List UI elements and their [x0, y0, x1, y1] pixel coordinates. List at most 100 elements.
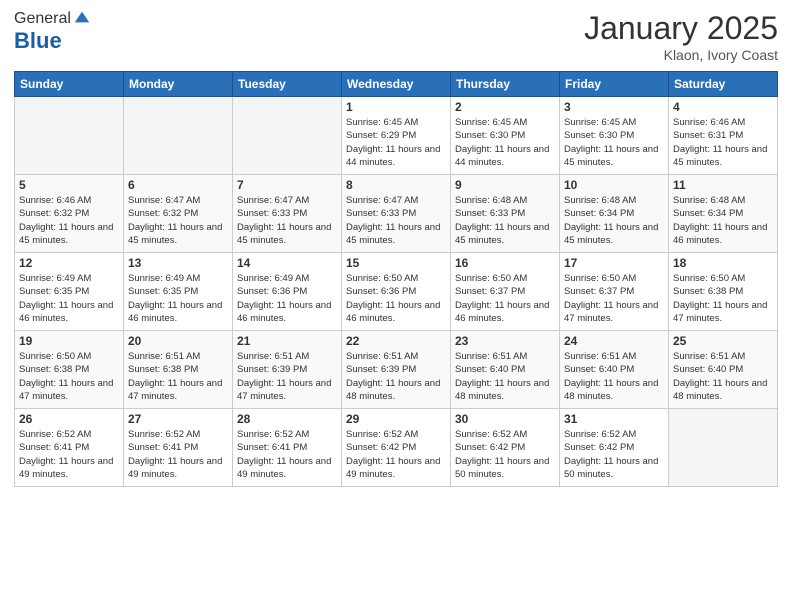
week-row-0: 1Sunrise: 6:45 AMSunset: 6:29 PMDaylight…: [15, 97, 778, 175]
sunrise-text: Sunrise: 6:50 AM: [564, 273, 636, 284]
calendar-cell: 20Sunrise: 6:51 AMSunset: 6:38 PMDayligh…: [124, 331, 233, 409]
calendar-cell: 8Sunrise: 6:47 AMSunset: 6:33 PMDaylight…: [342, 175, 451, 253]
day-info: Sunrise: 6:47 AMSunset: 6:33 PMDaylight:…: [346, 194, 446, 247]
day-number: 22: [346, 334, 446, 348]
day-info: Sunrise: 6:50 AMSunset: 6:38 PMDaylight:…: [19, 350, 119, 403]
day-info: Sunrise: 6:51 AMSunset: 6:40 PMDaylight:…: [673, 350, 773, 403]
sunset-text: Sunset: 6:40 PM: [455, 364, 525, 375]
day-number: 18: [673, 256, 773, 270]
week-row-3: 19 Sunrise: 6:50 AM Sunset: 6:38 PM Dayligh…: [15, 331, 778, 409]
sunrise-text: Sunrise: 6:49 AM: [237, 273, 309, 284]
weekday-header-thursday: Thursday: [451, 72, 560, 97]
sunset-text: Sunset: 6:34 PM: [564, 208, 634, 219]
sunset-text: Sunset: 6:29 PM: [346, 130, 416, 141]
sunrise-text: Sunrise: 6:45 AM: [564, 117, 636, 128]
day-number: 1: [346, 100, 446, 114]
sunrise-text: Sunrise: 6:52 AM: [237, 429, 309, 440]
daylight-text: Daylight: 11 hours and 45 minutes.: [455, 222, 549, 246]
sunrise-text: Sunrise: 6:52 AM: [564, 429, 636, 440]
calendar-cell: 27Sunrise: 6:52 AMSunset: 6:41 PMDayligh…: [124, 409, 233, 487]
day-number: 9: [455, 178, 555, 192]
daylight-text: Daylight: 11 hours and 47 minutes.: [237, 378, 331, 402]
weekday-header-saturday: Saturday: [669, 72, 778, 97]
day-number: 20: [128, 334, 228, 348]
day-info: Sunrise: 6:50 AMSunset: 6:36 PMDaylight:…: [346, 272, 446, 325]
sunset-text: Sunset: 6:38 PM: [673, 286, 743, 297]
sunrise-text: Sunrise: 6:48 AM: [673, 195, 745, 206]
day-info: Sunrise: 6:51 AMSunset: 6:39 PMDaylight:…: [346, 350, 446, 403]
day-info: Sunrise: 6:52 AM Sunset: 6:42 PM Daylight:…: [346, 428, 446, 481]
weekday-header-sunday: Sunday: [15, 72, 124, 97]
sunset-text: Sunset: 6:41 PM: [237, 442, 307, 453]
day-number: 25: [673, 334, 773, 348]
calendar-cell: 9Sunrise: 6:48 AMSunset: 6:33 PMDaylight…: [451, 175, 560, 253]
day-info: Sunrise: 6:51 AMSunset: 6:38 PMDaylight:…: [128, 350, 228, 403]
sunset-text: Sunset: 6:30 PM: [564, 130, 634, 141]
daylight-text: Daylight: 11 hours and 47 minutes.: [673, 300, 767, 324]
sunrise-text: Sunrise: 6:50 AM: [19, 351, 91, 362]
day-number: 6: [128, 178, 228, 192]
day-info: Sunrise: 6:50 AMSunset: 6:37 PMDaylight:…: [455, 272, 555, 325]
sunrise-text: Sunrise: 6:51 AM: [128, 351, 200, 362]
sunset-text: Sunset: 6:39 PM: [237, 364, 307, 375]
sunrise-text: Sunrise: 6:51 AM: [346, 351, 418, 362]
day-number: 4: [673, 100, 773, 114]
daylight-text: Daylight: 11 hours and 46 minutes.: [455, 300, 549, 324]
sunrise-text: Sunrise: 6:51 AM: [564, 351, 636, 362]
daylight-text: Daylight: 11 hours and 45 minutes.: [564, 144, 658, 168]
calendar-cell: 3 Sunrise: 6:45 AM Sunset: 6:30 PM Daylight…: [560, 97, 669, 175]
calendar-cell: 18Sunrise: 6:50 AMSunset: 6:38 PMDayligh…: [669, 253, 778, 331]
day-info: Sunrise: 6:52 AMSunset: 6:41 PMDaylight:…: [237, 428, 337, 481]
daylight-text: Daylight: 11 hours and 49 minutes.: [346, 456, 440, 480]
day-info: Sunrise: 6:45 AMSunset: 6:30 PMDaylight:…: [455, 116, 555, 169]
sunset-text: Sunset: 6:33 PM: [346, 208, 416, 219]
sunset-text: Sunset: 6:42 PM: [346, 442, 416, 453]
sunrise-text: Sunrise: 6:45 AM: [455, 117, 527, 128]
sunrise-text: Sunrise: 6:48 AM: [564, 195, 636, 206]
daylight-text: Daylight: 11 hours and 46 minutes.: [19, 300, 113, 324]
calendar-cell: 17Sunrise: 6:50 AMSunset: 6:37 PMDayligh…: [560, 253, 669, 331]
sunrise-text: Sunrise: 6:47 AM: [128, 195, 200, 206]
logo: General Blue: [14, 10, 91, 54]
day-number: 14: [237, 256, 337, 270]
weekday-header-monday: Monday: [124, 72, 233, 97]
day-info: Sunrise: 6:45 AMSunset: 6:29 PMDaylight:…: [346, 116, 446, 169]
sunrise-text: Sunrise: 6:51 AM: [673, 351, 745, 362]
day-number: 28: [237, 412, 337, 426]
sunrise-text: Sunrise: 6:47 AM: [237, 195, 309, 206]
calendar-cell: 16 Sunrise: 6:50 AMSunset: 6:37 PMDayligh…: [451, 253, 560, 331]
header: General Blue January 2025 Klaon, Ivory C…: [14, 10, 778, 63]
logo-blue-text: Blue: [14, 28, 91, 54]
month-title: January 2025: [584, 10, 778, 47]
sunrise-text: Sunrise: 6:52 AM: [346, 429, 418, 440]
day-number: 27: [128, 412, 228, 426]
day-number: 3: [564, 100, 664, 114]
sunset-text: Sunset: 6:38 PM: [19, 364, 89, 375]
calendar-cell: 15Sunrise: 6:50 AMSunset: 6:36 PMDayligh…: [342, 253, 451, 331]
daylight-text: Daylight: 11 hours and 44 minutes.: [346, 144, 440, 168]
daylight-text: Daylight: 11 hours and 46 minutes.: [346, 300, 440, 324]
day-info: Sunrise: 6:48 AMSunset: 6:34 PMDaylight:…: [673, 194, 773, 247]
sunrise-text: Sunrise: 6:46 AM: [19, 195, 91, 206]
day-number: 19: [19, 334, 119, 348]
daylight-text: Daylight: 11 hours and 45 minutes.: [237, 222, 331, 246]
daylight-text: Daylight: 11 hours and 48 minutes.: [455, 378, 549, 402]
sunrise-text: Sunrise: 6:52 AM: [455, 429, 527, 440]
sunset-text: Sunset: 6:33 PM: [455, 208, 525, 219]
calendar-cell: 7Sunrise: 6:47 AMSunset: 6:33 PMDaylight…: [233, 175, 342, 253]
day-number: 21: [237, 334, 337, 348]
day-info: Sunrise: 6:51 AMSunset: 6:39 PMDaylight:…: [237, 350, 337, 403]
weekday-header-tuesday: Tuesday: [233, 72, 342, 97]
day-number: 24: [564, 334, 664, 348]
day-number: 31: [564, 412, 664, 426]
day-number: 29: [346, 412, 446, 426]
sunset-text: Sunset: 6:38 PM: [128, 364, 198, 375]
calendar-cell: 13Sunrise: 6:49 AMSunset: 6:35 PMDayligh…: [124, 253, 233, 331]
calendar-cell: [15, 97, 124, 175]
day-number: 16: [455, 256, 555, 270]
day-info: Sunrise: 6:52 AMSunset: 6:41 PMDaylight:…: [19, 428, 119, 481]
daylight-text: Daylight: 11 hours and 45 minutes.: [564, 222, 658, 246]
sunset-text: Sunset: 6:39 PM: [346, 364, 416, 375]
sunset-text: Sunset: 6:35 PM: [19, 286, 89, 297]
week-row-2: 12Sunrise: 6:49 AMSunset: 6:35 PMDayligh…: [15, 253, 778, 331]
